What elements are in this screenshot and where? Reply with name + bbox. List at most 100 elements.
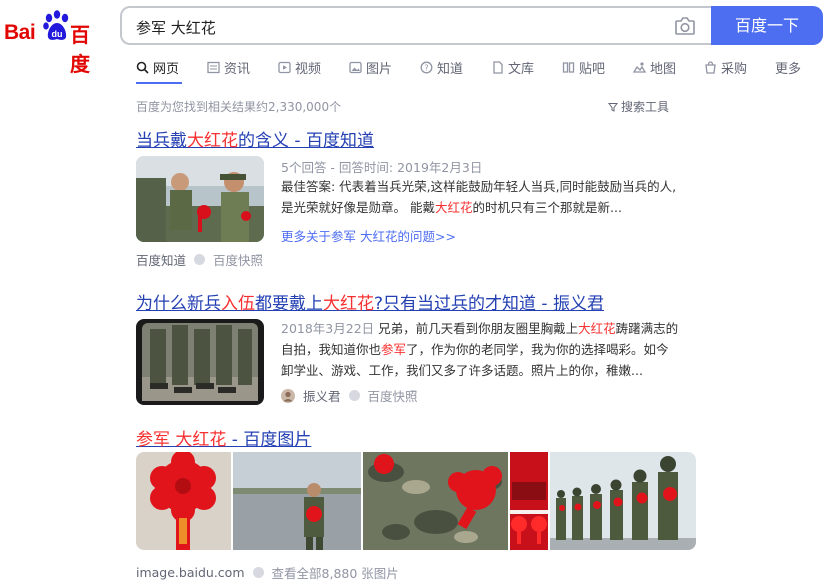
result-source: 百度知道 百度快照 <box>136 250 263 269</box>
abstract-text: 是光荣就好像是勋章。 能戴 <box>281 200 435 215</box>
image-thumb-4[interactable] <box>510 452 548 550</box>
author-avatar-icon <box>281 388 295 403</box>
image-thumb-5[interactable] <box>550 452 696 550</box>
image-icon <box>349 61 362 74</box>
tab-news[interactable]: 资讯 <box>207 58 250 77</box>
abstract-text: 自拍，我知道你也 <box>281 342 382 357</box>
result-thumbnail[interactable] <box>136 156 264 242</box>
result-title[interactable]: 为什么新兵入伍都要戴上大红花?只有当过兵的才知道 - 振义君 <box>136 289 604 314</box>
active-tab-indicator <box>136 82 182 84</box>
abstract-text: 踌躇满志的 <box>615 321 679 336</box>
abstract-line: 是光荣就好像是勋章。 能戴大红花的时机只有三个那就是新... <box>281 197 701 218</box>
image-strip <box>136 452 696 550</box>
abstract-line: 自拍，我知道你也参军了，作为你的老同学，我为你的选择喝彩。如今 <box>281 339 701 360</box>
tab-zhidao[interactable]: ? 知道 <box>420 58 463 77</box>
image-thumb-2[interactable] <box>233 452 361 550</box>
svg-text:?: ? <box>424 63 428 72</box>
snapshot-link[interactable]: 百度快照 <box>213 250 263 269</box>
tab-label: 更多 <box>775 62 802 77</box>
filter-icon <box>608 102 618 112</box>
tab-label: 采购 <box>721 62 748 77</box>
result-title[interactable]: 参军 大红花 - 百度图片 <box>136 425 311 450</box>
camera-icon[interactable] <box>674 16 696 36</box>
tab-tieba[interactable]: 贴吧 <box>562 58 605 77</box>
news-icon <box>207 61 220 74</box>
doc-icon <box>493 61 503 74</box>
logo-text-bai: Bai <box>4 21 36 44</box>
result-source: image.baidu.com 查看全部8,880 张图片 <box>136 563 399 581</box>
result-abstract: 2018年3月22日 兄弟，前几天看到你朋友圈里胸戴上大红花踌躇满志的 自拍，我… <box>281 318 701 381</box>
soldiers-photo <box>136 156 264 242</box>
video-icon <box>278 61 291 74</box>
title-highlight: 入伍 <box>221 294 255 314</box>
search-tools-label: 搜索工具 <box>621 100 670 114</box>
map-icon <box>633 62 646 73</box>
tab-label: 网页 <box>153 62 180 77</box>
search-query[interactable]: 参军 大红花 <box>136 17 216 38</box>
source-name[interactable]: image.baidu.com <box>136 565 245 580</box>
question-icon: ? <box>420 61 433 74</box>
source-name[interactable]: 振义君 <box>303 386 341 405</box>
snapshot-link[interactable]: 百度快照 <box>368 386 418 405</box>
tab-label: 文库 <box>508 62 535 77</box>
result-abstract: 最佳答案: 代表着当兵光荣,这样能鼓励年轻人当兵,同时能鼓励当兵的人, 是光荣就… <box>281 176 701 218</box>
tab-more[interactable]: 更多 <box>775 58 801 77</box>
title-text: 为什么新兵 <box>136 294 221 314</box>
title-text: 都要戴上 <box>255 294 323 314</box>
baidu-logo[interactable]: Bai du 百度 <box>4 8 106 76</box>
title-highlight: 参军 大红花 <box>136 430 227 450</box>
image-thumb-3[interactable] <box>363 452 508 550</box>
title-text: ?只有当过兵的才知道 - 振义君 <box>374 294 604 314</box>
tab-purchase[interactable]: 采购 <box>704 58 747 77</box>
tab-label: 资讯 <box>224 62 251 77</box>
abstract-highlight: 参军 <box>381 342 407 357</box>
tab-video[interactable]: 视频 <box>278 58 321 77</box>
abstract-text: 了，作为你的老同学，我为你的选择喝彩。如今 <box>406 342 669 357</box>
source-name[interactable]: 百度知道 <box>136 250 186 269</box>
dot-icon <box>348 390 360 401</box>
result-thumbnail[interactable] <box>136 319 264 405</box>
title-text: 的含义 - 百度知道 <box>238 131 374 151</box>
shop-icon <box>705 61 716 74</box>
svg-text:du: du <box>52 29 63 39</box>
tab-wenku[interactable]: 文库 <box>491 58 534 77</box>
dot-icon <box>252 567 264 578</box>
title-highlight: 大红花 <box>323 294 374 314</box>
abstract-text: 的时机只有三个那就是新... <box>472 200 622 215</box>
logo-text-zh: 百度 <box>70 23 90 76</box>
abstract-highlight: 大红花 <box>578 321 616 336</box>
search-icon <box>136 61 149 74</box>
result-count: 百度为您找到相关结果约2,330,000个 <box>136 100 342 114</box>
tab-map[interactable]: 地图 <box>633 58 676 77</box>
abstract-line: 2018年3月22日 兄弟，前几天看到你朋友圈里胸戴上大红花踌躇满志的 <box>281 318 701 339</box>
tab-label: 视频 <box>295 62 322 77</box>
title-text: - 百度图片 <box>226 430 312 450</box>
tab-label: 知道 <box>437 62 464 77</box>
search-tools-button[interactable]: 搜索工具 <box>608 98 669 115</box>
tab-label: 图片 <box>366 62 393 77</box>
image-thumb-1[interactable] <box>136 452 231 550</box>
result-source: 振义君 百度快照 <box>281 386 418 405</box>
image-strip-photos <box>136 452 696 550</box>
abstract-highlight: 大红花 <box>434 200 473 215</box>
view-all-images-link[interactable]: 查看全部8,880 张图片 <box>272 563 399 581</box>
title-highlight: 大红花 <box>187 131 238 151</box>
more-questions-link[interactable]: 更多关于参军 大红花的问题>> <box>281 226 456 245</box>
tab-label: 地图 <box>650 62 677 77</box>
abstract-line: 卸学业、游戏、工作，我们又多了许多话题。照片上的你，稚嫩... <box>281 363 643 378</box>
result-date: 2018年3月22日 <box>281 321 375 336</box>
dot-icon <box>194 254 206 265</box>
paw-icon: du <box>43 10 69 40</box>
result-title[interactable]: 当兵戴大红花的含义 - 百度知道 <box>136 126 374 151</box>
tab-label: 贴吧 <box>579 62 606 77</box>
tab-image[interactable]: 图片 <box>349 58 392 77</box>
search-button[interactable]: 百度一下 <box>711 6 823 45</box>
title-text: 当兵戴 <box>136 131 187 151</box>
abstract-line: 最佳答案: 代表着当兵光荣,这样能鼓励年轻人当兵,同时能鼓励当兵的人, <box>281 179 677 194</box>
search-input[interactable]: 参军 大红花 <box>120 6 714 45</box>
marching-soldiers-photo <box>136 319 264 405</box>
tab-web[interactable]: 网页 <box>136 58 179 77</box>
result-meta: 5个回答 - 回答时间: 2019年2月3日 <box>281 160 483 175</box>
abstract-text: 兄弟，前几天看到你朋友圈里胸戴上 <box>374 321 579 336</box>
tieba-icon <box>562 62 575 73</box>
